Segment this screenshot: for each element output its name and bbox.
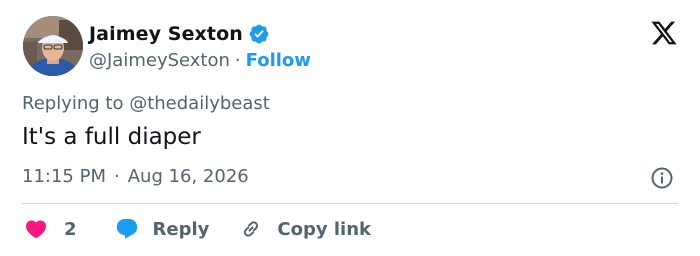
replying-to[interactable]: Replying to @thedailybeast bbox=[22, 93, 270, 114]
tweet-time: 11:15 PM bbox=[22, 166, 106, 187]
copy-link-label: Copy link bbox=[277, 218, 371, 240]
author-name-row: Jaimey Sexton bbox=[89, 21, 270, 47]
divider bbox=[22, 203, 678, 204]
tweet-text: It's a full diaper bbox=[22, 124, 201, 150]
tweet-date: Aug 16, 2026 bbox=[127, 166, 249, 187]
author-name[interactable]: Jaimey Sexton bbox=[89, 23, 243, 45]
author-handle[interactable]: @JaimeySexton bbox=[89, 50, 230, 71]
avatar[interactable] bbox=[23, 16, 83, 76]
x-logo-icon[interactable] bbox=[650, 19, 678, 47]
speech-bubble-icon bbox=[116, 219, 137, 239]
tweet-embed-card: Jaimey Sexton @JaimeySexton · Follow Rep… bbox=[0, 0, 700, 256]
info-icon[interactable] bbox=[650, 166, 674, 190]
action-bar: 2 Reply Copy link bbox=[24, 214, 371, 244]
verified-badge-icon bbox=[249, 24, 269, 44]
like-count: 2 bbox=[64, 218, 77, 240]
heart-icon bbox=[25, 220, 47, 239]
timestamp-separator: · bbox=[113, 166, 120, 187]
author-handle-row: @JaimeySexton · Follow bbox=[89, 48, 311, 72]
follow-button[interactable]: Follow bbox=[246, 50, 311, 71]
reply-label: Reply bbox=[152, 218, 210, 240]
handle-separator: · bbox=[234, 49, 241, 71]
copy-link-button[interactable]: Copy link bbox=[239, 217, 371, 241]
reply-button[interactable]: Reply bbox=[115, 217, 210, 241]
like-button[interactable]: 2 bbox=[24, 217, 77, 241]
link-icon bbox=[244, 221, 259, 237]
avatar-photo bbox=[23, 16, 83, 76]
timestamp[interactable]: 11:15 PM · Aug 16, 2026 bbox=[22, 166, 249, 187]
